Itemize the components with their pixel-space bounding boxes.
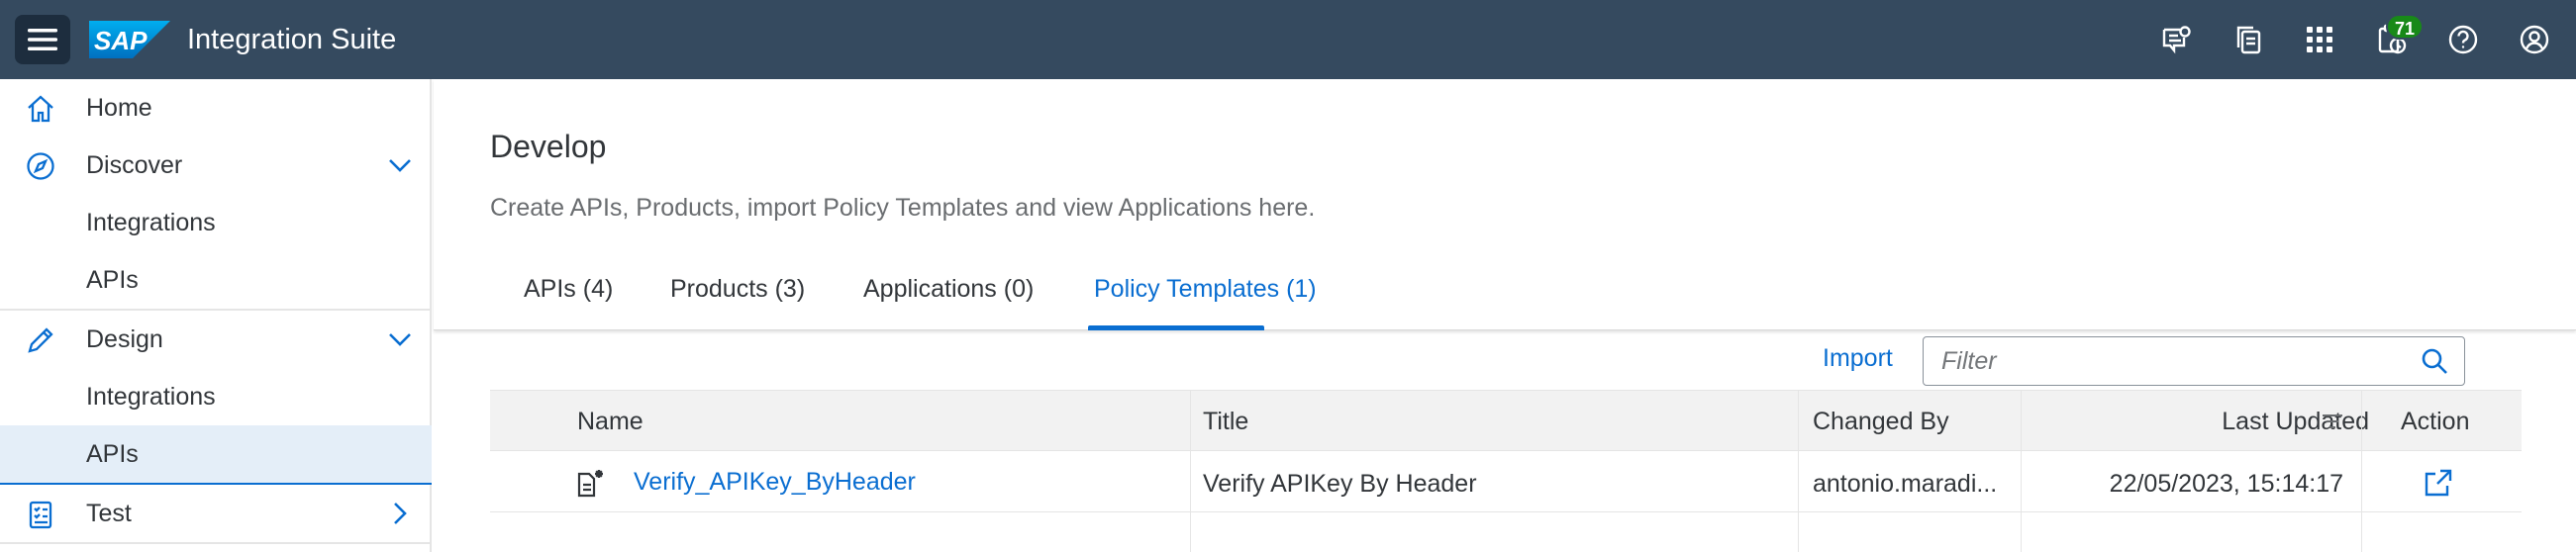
- filter-search-field[interactable]: [1923, 336, 2465, 386]
- column-divider: [1190, 390, 1191, 552]
- sidenav-item-discover-apis[interactable]: APIs: [0, 251, 432, 309]
- shell-bar: SAP Integration Suite 71: [0, 0, 2576, 79]
- chevron-right-icon[interactable]: [386, 502, 414, 525]
- checklist-icon: [29, 501, 52, 529]
- column-divider: [2021, 390, 2022, 552]
- column-header-action: Action: [2401, 408, 2470, 435]
- column-divider: [1798, 390, 1799, 552]
- sidenav-label-design: Design: [86, 324, 163, 353]
- sidenav-label-discover-integrations: Integrations: [86, 208, 216, 236]
- tab-applications[interactable]: Applications (0): [863, 275, 1034, 330]
- svg-text:SAP: SAP: [94, 26, 148, 55]
- cell-last-updated: 22/05/2023, 15:14:17: [2109, 470, 2343, 498]
- sidenav-item-test[interactable]: Test: [0, 485, 432, 542]
- tab-policy-templates[interactable]: Policy Templates (1): [1094, 275, 1317, 330]
- compass-icon: [27, 152, 54, 180]
- menu-button[interactable]: [15, 15, 70, 64]
- active-tab-indicator: [1088, 325, 1264, 330]
- user-profile-button[interactable]: [2513, 18, 2556, 61]
- sidenav-item-design-integrations[interactable]: Integrations: [0, 368, 432, 425]
- home-icon: [28, 95, 53, 123]
- sidenav-label-home: Home: [86, 93, 152, 122]
- user-icon: [2520, 25, 2549, 54]
- feedback-icon: [2162, 26, 2191, 54]
- sidenav-label-discover: Discover: [86, 150, 183, 179]
- product-switch-button[interactable]: [2298, 18, 2341, 61]
- filter-input[interactable]: [1924, 337, 2399, 385]
- help-button[interactable]: [2441, 18, 2485, 61]
- cell-changed-by: antonio.maradi...: [1813, 470, 1998, 498]
- tab-apis[interactable]: APIs (4): [524, 275, 613, 330]
- pencil-icon: [28, 327, 53, 353]
- policy-template-name-link[interactable]: Verify_APIKey_ByHeader: [634, 451, 916, 512]
- sidenav-divider: [0, 542, 432, 544]
- menu-icon: [28, 29, 57, 50]
- column-header-changed-by[interactable]: Changed By: [1813, 391, 1949, 452]
- product-switch-icon: [2307, 27, 2332, 52]
- cell-title: Verify APIKey By Header: [1203, 470, 1477, 498]
- sidenav-label-test: Test: [86, 499, 132, 527]
- chevron-down-icon[interactable]: [386, 153, 414, 177]
- notification-badge: 71: [2386, 14, 2424, 40]
- table-row-empty: [490, 512, 2522, 552]
- import-button[interactable]: Import: [1823, 344, 1893, 373]
- column-header-title[interactable]: Title: [1203, 391, 1248, 452]
- feedback-button[interactable]: [2154, 18, 2198, 61]
- app-title: Integration Suite: [187, 24, 397, 55]
- page-subtitle: Create APIs, Products, import Policy Tem…: [490, 194, 1316, 222]
- main-content: Develop Create APIs, Products, import Po…: [434, 79, 2576, 552]
- sort-icon[interactable]: [2322, 413, 2343, 430]
- help-icon: [2448, 25, 2478, 54]
- side-navigation: Home Discover Integrations APIs Design I…: [0, 79, 432, 552]
- table-row[interactable]: Verify_APIKey_ByHeader Verify APIKey By …: [490, 451, 2522, 512]
- sidenav-item-discover[interactable]: Discover: [0, 137, 432, 194]
- page-title: Develop: [490, 129, 607, 164]
- column-header-name[interactable]: Name: [577, 391, 644, 452]
- copy-document-icon: [2236, 26, 2261, 54]
- sidenav-item-design-apis[interactable]: APIs: [0, 425, 432, 485]
- table-header: Name Title Changed By Last Updated Actio…: [490, 390, 2522, 451]
- column-divider: [2361, 390, 2362, 552]
- chevron-down-icon[interactable]: [386, 327, 414, 351]
- sap-logo[interactable]: SAP: [89, 21, 170, 58]
- sidenav-item-discover-integrations[interactable]: Integrations: [0, 194, 432, 251]
- page-header: Develop Create APIs, Products, import Po…: [434, 79, 2576, 330]
- tab-products[interactable]: Products (3): [670, 275, 805, 330]
- copy-document-button[interactable]: [2227, 18, 2270, 61]
- sidenav-label-design-apis: APIs: [86, 439, 139, 468]
- sidenav-item-design[interactable]: Design: [0, 311, 432, 368]
- policy-template-icon: [577, 470, 603, 498]
- sidenav-item-home[interactable]: Home: [0, 79, 432, 137]
- sidenav-label-design-integrations: Integrations: [86, 382, 216, 411]
- search-icon[interactable]: [2421, 347, 2448, 375]
- sidenav-label-discover-apis: APIs: [86, 265, 139, 294]
- open-external-icon[interactable]: [2423, 467, 2454, 499]
